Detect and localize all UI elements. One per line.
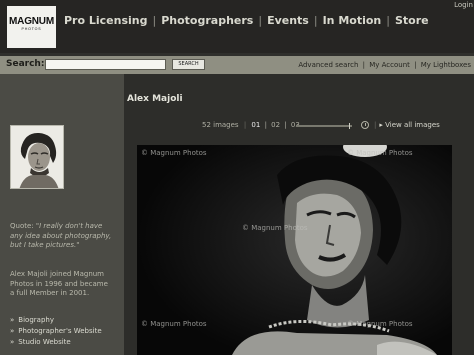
photo-watermark: © Magnum Photos bbox=[242, 224, 308, 232]
quote-prefix: Quote: bbox=[10, 222, 36, 230]
search-bar: Search: SEARCH Advanced search | My Acco… bbox=[0, 56, 474, 74]
nav-pro-licensing[interactable]: Pro Licensing bbox=[64, 14, 148, 27]
nav-photographers[interactable]: Photographers bbox=[161, 14, 253, 27]
magnum-logo[interactable]: MAGNUM PHOTOS bbox=[7, 6, 56, 48]
page-title: Alex Majoli bbox=[127, 94, 183, 104]
logo-wordmark: MAGNUM bbox=[9, 16, 54, 27]
link-separator: | bbox=[414, 61, 417, 69]
thumbnail-slider[interactable] bbox=[296, 123, 352, 129]
photographer-quote: Quote: "I really don't have any idea abo… bbox=[10, 222, 114, 251]
photographer-portrait bbox=[10, 125, 64, 189]
view-all-label: View all images bbox=[385, 121, 440, 129]
logo-subtext: PHOTOS bbox=[21, 27, 42, 31]
featured-photo[interactable]: © Magnum Photos © Magnum Photos © Magnum… bbox=[137, 145, 452, 355]
image-pager: 52 images | 01 | 02 | 03 bbox=[202, 121, 300, 129]
photographer-bio: Alex Majoli joined Magnum Photos in 1996… bbox=[10, 270, 108, 297]
photo-watermark: © Magnum Photos bbox=[347, 149, 413, 157]
pager-separator: | bbox=[243, 121, 247, 129]
nav-events[interactable]: Events bbox=[267, 14, 309, 27]
slider-handle[interactable] bbox=[349, 123, 350, 129]
nav-store[interactable]: Store bbox=[395, 14, 429, 27]
studio-website-link[interactable]: Studio Website bbox=[10, 337, 102, 348]
search-button[interactable]: SEARCH bbox=[172, 58, 205, 70]
photo-watermark: © Magnum Photos bbox=[141, 320, 207, 328]
search-label: Search: bbox=[6, 59, 45, 69]
photographer-links: Biography Photographer's Website Studio … bbox=[10, 315, 102, 348]
search-input[interactable] bbox=[45, 58, 166, 70]
site-header: MAGNUM PHOTOS Pro Licensing | Photograph… bbox=[0, 0, 474, 53]
photographer-sidebar: Quote: "I really don't have any idea abo… bbox=[0, 74, 124, 355]
my-account-link[interactable]: My Account bbox=[369, 61, 410, 69]
image-count: 52 images bbox=[202, 121, 239, 129]
photographer-website-link[interactable]: Photographer's Website bbox=[10, 326, 101, 337]
pager-separator: | bbox=[284, 121, 287, 129]
nav-separator: | bbox=[152, 14, 157, 27]
nav-separator: | bbox=[313, 14, 318, 27]
pager-separator: | bbox=[374, 121, 377, 129]
my-lightboxes-link[interactable]: My Lightboxes bbox=[421, 61, 471, 69]
main-content: Alex Majoli 52 images | 01 | 02 | 03 |▸ … bbox=[124, 74, 474, 355]
view-all-link[interactable]: | ▸ View all images bbox=[374, 121, 440, 129]
photo-watermark: © Magnum Photos bbox=[347, 320, 413, 328]
biography-link[interactable]: Biography bbox=[10, 315, 102, 326]
advanced-search-link[interactable]: Advanced search bbox=[298, 61, 358, 69]
nav-separator: | bbox=[386, 14, 390, 27]
account-links: Advanced search | My Account | My Lightb… bbox=[298, 61, 471, 69]
photo-watermark: © Magnum Photos bbox=[141, 149, 207, 157]
link-separator: | bbox=[362, 61, 365, 69]
main-nav: Pro Licensing | Photographers | Events |… bbox=[64, 14, 429, 27]
nav-separator: | bbox=[258, 14, 263, 27]
pager-separator: | bbox=[264, 121, 267, 129]
page-link-01[interactable]: 01 bbox=[251, 121, 260, 129]
nav-in-motion[interactable]: In Motion bbox=[323, 14, 382, 27]
page-link-02[interactable]: 02 bbox=[271, 121, 280, 129]
slideshow-timer-icon[interactable] bbox=[361, 121, 369, 129]
login-link[interactable]: Login bbox=[454, 1, 473, 9]
